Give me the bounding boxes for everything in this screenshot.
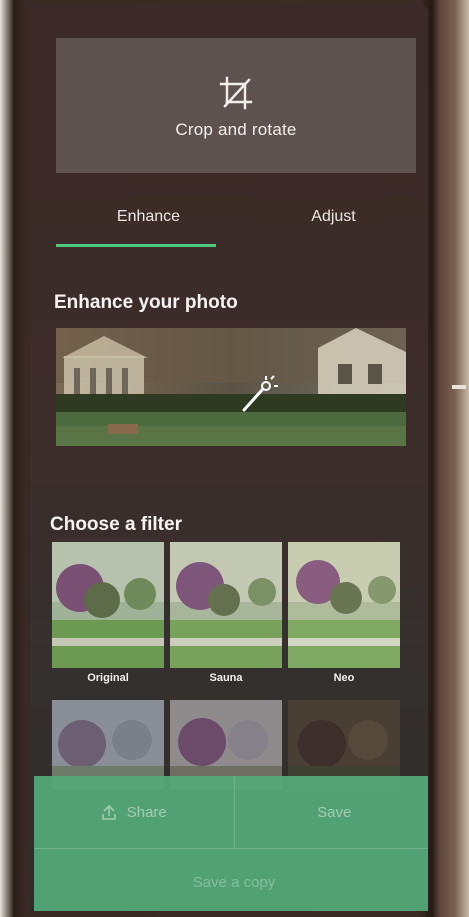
enhance-photo-preview [56,328,406,446]
filter-thumbnail [170,542,282,668]
share-label: Share [126,803,167,821]
filter-neo[interactable]: Neo [288,542,400,700]
save-copy-button[interactable]: Save a copy [34,849,428,911]
filter-grid: Original Sauna Neo [52,542,400,790]
filter-section-title: Choose a filter [50,514,182,535]
tab-adjust[interactable]: Adjust [241,198,426,248]
action-row: Share Save [34,776,428,849]
save-label: Save [317,803,352,821]
share-icon [101,804,116,820]
filter-label: Neo [333,672,355,684]
filter-original[interactable]: Original [52,542,164,700]
crop-rotate-label: Crop and rotate [175,119,297,139]
selected-tab-indicator [56,244,216,247]
crop-rotate-button[interactable]: Crop and rotate [56,38,416,173]
filter-row: Original Sauna Neo [52,542,400,700]
filter-label: Sauna [209,672,243,684]
crop-icon [219,76,253,109]
edit-tabs: Enhance Adjust [56,198,426,248]
share-button[interactable]: Share [34,776,234,848]
edge-arrow-icon [452,385,466,389]
enhance-section-title: Enhance your photo [54,292,238,313]
filter-label: Original [87,672,129,684]
action-bar: Share Save Save a copy [34,776,428,911]
filter-thumbnail [52,542,164,668]
enhance-photo-button[interactable] [56,328,406,446]
edit-panel: Crop and rotate Enhance Adjust Enhance y… [30,6,428,911]
save-copy-label: Save a copy [192,873,276,891]
save-button[interactable]: Save [233,776,429,848]
filter-thumbnail [288,542,400,668]
tab-enhance[interactable]: Enhance [56,198,241,248]
filter-sauna[interactable]: Sauna [170,542,282,700]
